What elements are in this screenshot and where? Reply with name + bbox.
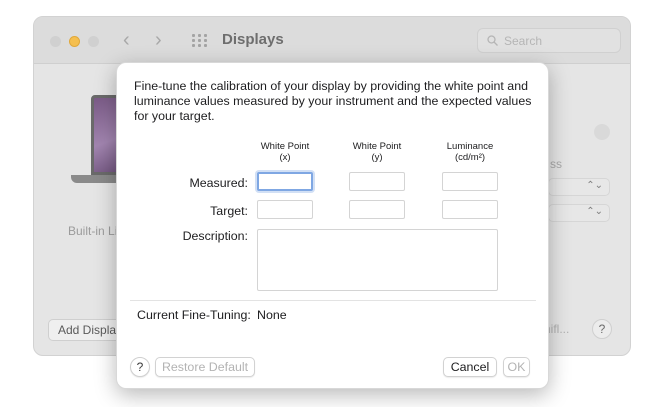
built-in-display-label: Built-in Li (68, 224, 118, 238)
target-white-point-y-field[interactable] (349, 200, 405, 219)
column-header-unit: (x) (279, 152, 291, 163)
column-header-white-point-y: White Point (y) (342, 141, 412, 163)
search-placeholder: Search (504, 34, 543, 48)
minimize-window-button[interactable] (69, 36, 80, 47)
stepper-icon: ⌃⌄ (586, 206, 603, 217)
target-label: Target: (210, 204, 248, 218)
current-fine-tuning-label: Current Fine-Tuning: (137, 308, 251, 322)
divider (130, 300, 536, 301)
column-header-line: Luminance (446, 141, 494, 152)
back-arrow-icon[interactable]: ‹ (123, 29, 130, 52)
column-header-line: White Point (352, 141, 402, 152)
help-button[interactable]: ? (130, 357, 150, 377)
restore-default-button[interactable]: Restore Default (155, 357, 255, 377)
measured-white-point-y-field[interactable] (349, 172, 405, 191)
stepper-icon: ⌃⌄ (586, 180, 603, 191)
ok-button[interactable]: OK (503, 357, 530, 377)
target-luminance-field[interactable] (442, 200, 498, 219)
forward-arrow-icon[interactable]: › (155, 29, 162, 52)
column-header-unit: (y) (371, 152, 383, 163)
sheet-description: Fine-tune the calibration of your displa… (134, 79, 532, 123)
zoom-window-button[interactable] (88, 36, 99, 47)
description-textarea[interactable] (257, 229, 498, 291)
cancel-button[interactable]: Cancel (443, 357, 497, 377)
search-icon (487, 35, 498, 46)
column-header-white-point-x: White Point (x) (250, 141, 320, 163)
description-label: Description: (182, 229, 248, 243)
window-help-button[interactable]: ? (592, 319, 612, 339)
setting-label: ss (550, 157, 562, 171)
setting-select-1[interactable]: ⌃⌄ (548, 178, 610, 196)
screen: ‹ › Displays Search Built-in Li Add Disp… (0, 0, 649, 407)
close-window-button[interactable] (50, 36, 61, 47)
measured-label: Measured: (189, 176, 248, 190)
column-header-line: White Point (260, 141, 310, 152)
window-title: Displays (222, 31, 284, 48)
measured-luminance-field[interactable] (442, 172, 498, 191)
show-all-grid-icon[interactable] (192, 34, 208, 47)
column-header-unit: (cd/m²) (454, 152, 486, 163)
setting-select-2[interactable]: ⌃⌄ (548, 204, 610, 222)
target-white-point-x-field[interactable] (257, 200, 313, 219)
titlebar: ‹ › Displays Search (34, 17, 630, 64)
column-header-luminance: Luminance (cd/m²) (435, 141, 505, 163)
calibration-sheet: Fine-tune the calibration of your displa… (116, 62, 549, 389)
measured-white-point-x-field[interactable] (257, 172, 313, 191)
setting-toggle[interactable] (594, 124, 610, 140)
current-fine-tuning-value: None (257, 308, 287, 322)
search-field[interactable]: Search (477, 28, 621, 53)
